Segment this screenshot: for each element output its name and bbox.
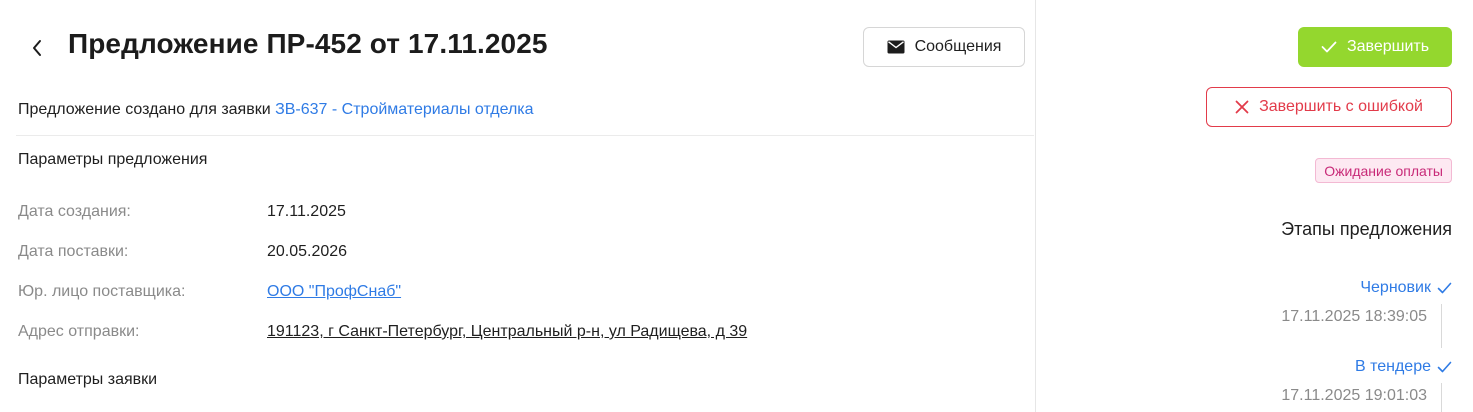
stage-item-tender: В тендере — [1355, 358, 1452, 376]
address-link[interactable]: 191123, г Санкт-Петербург, Центральный р… — [267, 323, 747, 341]
field-row-delivery-date: Дата поставки: 20.05.2026 — [18, 243, 1018, 267]
divider — [16, 135, 1034, 136]
stage-connector — [1441, 304, 1442, 348]
request-params-title: Параметры заявки — [18, 371, 158, 388]
back-button[interactable] — [26, 34, 48, 62]
stage-connector — [1441, 383, 1442, 412]
side-panel: Завершить Завершить с ошибкой Ожидание о… — [1036, 0, 1473, 412]
messages-button-label: Сообщения — [914, 38, 1002, 55]
check-icon — [1437, 361, 1452, 373]
page-title: Предложение ПР-452 от 17.11.2025 — [68, 28, 548, 59]
field-row-created-date: Дата создания: 17.11.2025 — [18, 203, 1018, 227]
supplier-link[interactable]: ООО "ПрофСнаб" — [267, 283, 401, 301]
field-label: Адрес отправки: — [18, 323, 140, 340]
field-value: 20.05.2026 — [267, 243, 348, 260]
stages-title: Этапы предложения — [1281, 219, 1452, 239]
close-icon — [1235, 100, 1249, 114]
created-for-line: Предложение создано для заявки ЗВ-637 - … — [18, 101, 534, 119]
field-label: Дата создания: — [18, 203, 131, 220]
check-icon — [1321, 41, 1337, 53]
chevron-left-icon — [33, 40, 41, 56]
messages-button[interactable]: Сообщения — [863, 27, 1025, 67]
created-for-prefix: Предложение создано для заявки — [18, 101, 276, 118]
stage-date: 17.11.2025 18:39:05 — [1281, 308, 1427, 325]
main-panel: Предложение ПР-452 от 17.11.2025 Сообщен… — [0, 0, 1036, 412]
finish-with-error-label: Завершить с ошибкой — [1259, 98, 1423, 115]
stage-item-draft: Черновик — [1360, 279, 1452, 297]
envelope-icon — [887, 40, 905, 54]
field-row-supplier: Юр. лицо поставщика: ООО "ПрофСнаб" — [18, 283, 1018, 307]
finish-button[interactable]: Завершить — [1298, 27, 1452, 67]
stage-date: 17.11.2025 19:01:03 — [1281, 387, 1427, 404]
status-badge: Ожидание оплаты — [1315, 158, 1452, 183]
request-link[interactable]: ЗВ-637 - Стройматериалы отделка — [275, 101, 533, 118]
field-label: Юр. лицо поставщика: — [18, 283, 186, 300]
field-row-address: Адрес отправки: 191123, г Санкт-Петербур… — [18, 323, 1018, 347]
field-value: 17.11.2025 — [267, 203, 346, 220]
stage-name: В тендере — [1354, 358, 1431, 375]
stage-name: Черновик — [1360, 279, 1431, 296]
finish-button-label: Завершить — [1346, 38, 1430, 55]
offer-params-title: Параметры предложения — [18, 151, 208, 168]
finish-with-error-button[interactable]: Завершить с ошибкой — [1206, 87, 1452, 127]
check-icon — [1437, 282, 1452, 294]
field-label: Дата поставки: — [18, 243, 129, 260]
